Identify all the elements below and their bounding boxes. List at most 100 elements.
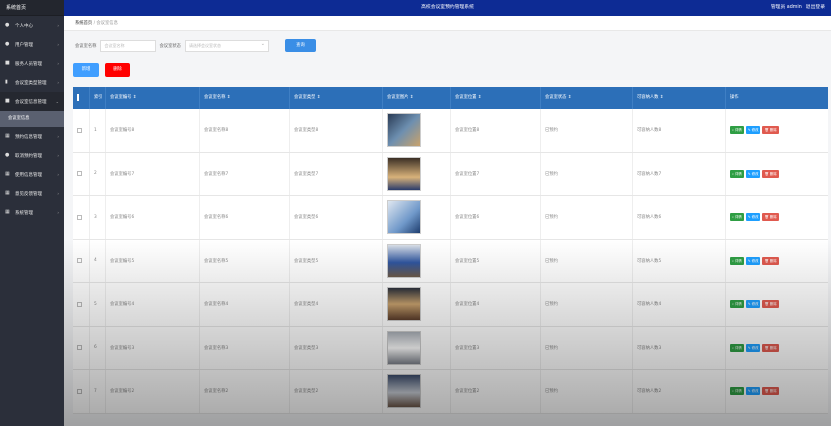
sidebar-item-room-info[interactable]: ■ 会议室信息管理 ⌄ bbox=[0, 92, 64, 111]
view-label: 详情 bbox=[734, 345, 742, 350]
chevron-right-icon: › bbox=[57, 80, 59, 85]
edit-button[interactable]: ✎ 修改 bbox=[745, 256, 761, 265]
row-delete-button[interactable]: 🗑 删除 bbox=[762, 169, 779, 178]
sidebar-item-staff[interactable]: ■ 服务人员管理 › bbox=[0, 54, 64, 73]
edit-button[interactable]: ✎ 修改 bbox=[745, 343, 761, 352]
column-header[interactable]: 会议室位置 ⇕ bbox=[451, 87, 541, 109]
room-name-input[interactable]: 会议室名称 bbox=[100, 39, 157, 52]
sidebar-item-bookings[interactable]: ▦ 预约信息管理 › bbox=[0, 127, 64, 146]
folder-icon: ■ bbox=[5, 98, 10, 104]
row-delete-button[interactable]: 🗑 删除 bbox=[762, 256, 779, 265]
cell-code: 会议室编号7 bbox=[106, 152, 200, 195]
column-header[interactable]: 会议室编号 ⇕ bbox=[106, 87, 200, 109]
edit-button[interactable]: ✎ 修改 bbox=[745, 300, 761, 309]
row-delete-button[interactable]: 🗑 删除 bbox=[762, 387, 779, 396]
room-table: 索引 会议室编号 ⇕ 会议室名称 ⇕ 会议室类型 ⇕ 会议室图片 ⇕ 会议室位置… bbox=[73, 87, 828, 414]
sidebar-item-system[interactable]: ▦ 系统管理 › bbox=[0, 203, 64, 222]
cell-index: 7 bbox=[90, 370, 106, 413]
edit-button[interactable]: ✎ 修改 bbox=[745, 126, 761, 135]
add-button[interactable]: 新增 bbox=[73, 63, 99, 77]
select-all-cell bbox=[73, 87, 90, 109]
main-content: 系统首页 / 会议室信息 会议室名称 会议室名称 会议室状态 请选择会议室状态 … bbox=[64, 16, 831, 426]
table-row[interactable]: 1 会议室编号8 会议室名称8 会议室类型8 会议室位置8 已预约 可容纳人数8 ⌕ 详情 ✎ … bbox=[73, 109, 828, 153]
view-details-button[interactable]: ⌕ 详情 bbox=[730, 387, 744, 396]
cell-actions: ⌕ 详情 ✎ 修改 🗑 删除 bbox=[726, 109, 828, 152]
sidebar-item-cancellations[interactable]: ● 取消预约管理 › bbox=[0, 146, 64, 165]
cell-type: 会议室类型2 bbox=[290, 370, 383, 413]
search-button[interactable]: 查询 bbox=[284, 39, 316, 52]
row-checkbox[interactable] bbox=[77, 345, 82, 351]
cell-image bbox=[383, 196, 451, 239]
row-checkbox[interactable] bbox=[77, 301, 82, 307]
table-row[interactable]: 6 会议室编号3 会议室名称3 会议室类型3 会议室位置3 已预约 可容纳人数3 ⌕ 详情 ✎ … bbox=[73, 326, 828, 370]
edit-label: 修改 bbox=[751, 389, 759, 394]
column-header[interactable]: 会议室类型 ⇕ bbox=[290, 87, 383, 109]
view-details-button[interactable]: ⌕ 详情 bbox=[730, 169, 744, 178]
sidebar-item-personal[interactable]: ● 个人中心 › bbox=[0, 16, 64, 35]
view-details-button[interactable]: ⌕ 详情 bbox=[730, 256, 744, 265]
room-thumbnail[interactable] bbox=[387, 156, 421, 191]
sidebar-home[interactable]: 系统首页 bbox=[0, 0, 64, 16]
room-thumbnail[interactable] bbox=[387, 200, 421, 235]
view-details-button[interactable]: ⌕ 详情 bbox=[730, 300, 744, 309]
row-checkbox[interactable] bbox=[77, 258, 82, 264]
chevron-down-icon: ⌄ bbox=[55, 99, 59, 104]
table-row[interactable]: 2 会议室编号7 会议室名称7 会议室类型7 会议室位置7 已预约 可容纳人数7 ⌕ 详情 ✎ … bbox=[73, 152, 828, 196]
cell-image bbox=[383, 326, 451, 369]
cell-status: 已预约 bbox=[541, 283, 633, 326]
breadcrumb-home[interactable]: 系统首页 bbox=[75, 21, 92, 26]
cell-actions: ⌕ 详情 ✎ 修改 🗑 删除 bbox=[726, 196, 828, 239]
edit-button[interactable]: ✎ 修改 bbox=[745, 213, 761, 222]
sidebar-subitem-room-info[interactable]: 会议室信息 bbox=[0, 111, 64, 127]
cell-location: 会议室位置3 bbox=[451, 326, 541, 369]
delete-label: 删除 bbox=[769, 128, 777, 133]
cell-location: 会议室位置8 bbox=[451, 109, 541, 152]
room-thumbnail[interactable] bbox=[387, 113, 421, 148]
sidebar-item-feedback[interactable]: ▦ 意见反馈管理 › bbox=[0, 184, 64, 203]
sidebar-item-usage[interactable]: ▦ 使用信息管理 › bbox=[0, 165, 64, 184]
row-delete-button[interactable]: 🗑 删除 bbox=[762, 126, 779, 135]
column-header[interactable]: 会议室名称 ⇕ bbox=[200, 87, 290, 109]
table-row[interactable]: 7 会议室编号2 会议室名称2 会议室类型2 会议室位置2 已预约 可容纳人数2 ⌕ 详情 ✎ … bbox=[73, 370, 828, 414]
row-checkbox[interactable] bbox=[77, 214, 82, 220]
row-delete-button[interactable]: 🗑 删除 bbox=[762, 343, 779, 352]
table-row[interactable]: 4 会议室编号5 会议室名称5 会议室类型5 会议室位置5 已预约 可容纳人数5 ⌕ 详情 ✎ … bbox=[73, 239, 828, 283]
edit-button[interactable]: ✎ 修改 bbox=[745, 387, 761, 396]
cell-index: 5 bbox=[90, 283, 106, 326]
table-header: 索引 会议室编号 ⇕ 会议室名称 ⇕ 会议室类型 ⇕ 会议室图片 ⇕ 会议室位置… bbox=[73, 87, 828, 109]
room-thumbnail[interactable] bbox=[387, 287, 421, 322]
row-checkbox[interactable] bbox=[77, 388, 82, 394]
cell-name: 会议室名称8 bbox=[200, 109, 290, 152]
name-label: 会议室名称 bbox=[75, 43, 97, 49]
sidebar-item-users[interactable]: ● 用户管理 › bbox=[0, 35, 64, 54]
view-details-button[interactable]: ⌕ 详情 bbox=[730, 213, 744, 222]
room-thumbnail[interactable] bbox=[387, 330, 421, 365]
row-delete-button[interactable]: 🗑 删除 bbox=[762, 213, 779, 222]
column-header[interactable]: 会议室状态 ⇕ bbox=[541, 87, 633, 109]
room-thumbnail[interactable] bbox=[387, 374, 421, 409]
column-header[interactable]: 可容纳人数 ⇕ bbox=[633, 87, 726, 109]
delete-label: 删除 bbox=[769, 302, 777, 307]
edit-button[interactable]: ✎ 修改 bbox=[745, 169, 761, 178]
view-details-button[interactable]: ⌕ 详情 bbox=[730, 343, 744, 352]
room-thumbnail[interactable] bbox=[387, 243, 421, 278]
logout-link[interactable]: 退出登录 bbox=[806, 5, 825, 10]
cell-name: 会议室名称2 bbox=[200, 370, 290, 413]
column-header[interactable]: 会议室图片 ⇕ bbox=[383, 87, 451, 109]
view-label: 详情 bbox=[734, 302, 742, 307]
row-checkbox[interactable] bbox=[77, 127, 82, 133]
delete-button[interactable]: 删除 bbox=[105, 63, 130, 77]
person-icon: ● bbox=[5, 22, 10, 28]
sidebar-item-label: 个人中心 bbox=[15, 23, 33, 29]
row-delete-button[interactable]: 🗑 删除 bbox=[762, 300, 779, 309]
sidebar-item-room-types[interactable]: ▮ 会议室类型管理 › bbox=[0, 73, 64, 92]
cell-name: 会议室名称6 bbox=[200, 196, 290, 239]
select-all-checkbox[interactable] bbox=[77, 94, 79, 101]
view-details-button[interactable]: ⌕ 详情 bbox=[730, 126, 744, 135]
table-row[interactable]: 3 会议室编号6 会议室名称6 会议室类型6 会议室位置6 已预约 可容纳人数6 ⌕ 详情 ✎ … bbox=[73, 196, 828, 240]
table-row[interactable]: 5 会议室编号4 会议室名称4 会议室类型4 会议室位置4 已预约 可容纳人数4 ⌕ 详情 ✎ … bbox=[73, 283, 828, 327]
cell-actions: ⌕ 详情 ✎ 修改 🗑 删除 bbox=[726, 283, 828, 326]
cell-location: 会议室位置5 bbox=[451, 239, 541, 282]
row-checkbox[interactable] bbox=[77, 171, 82, 177]
room-status-select[interactable]: 请选择会议室状态 bbox=[184, 39, 269, 52]
